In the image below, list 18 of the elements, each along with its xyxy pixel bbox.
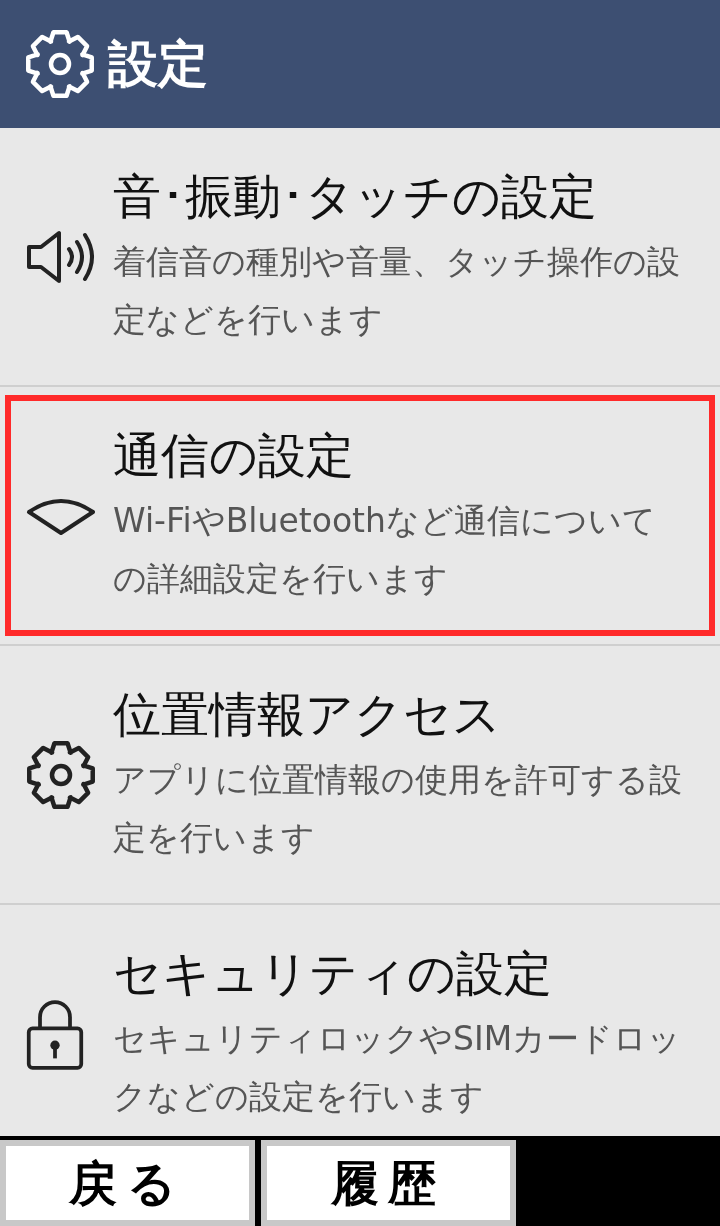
gear-icon	[25, 738, 97, 811]
item-description: Wi-FiやBluetoothなど通信についての詳細設定を行います	[113, 499, 657, 600]
header-title: 設定	[108, 39, 208, 89]
item-description: アプリに位置情報の使用を許可する設定を行います	[113, 758, 683, 859]
item-title: 位置情報アクセス	[113, 684, 502, 744]
item-title: 音･振動･タッチの設定	[113, 166, 598, 226]
settings-item[interactable]: 位置情報アクセス アプリに位置情報の使用を許可する設定を行います	[5, 654, 715, 895]
settings-item[interactable]: セキュリティの設定 セキュリティロックやSIMカードロックなどの設定を行います	[5, 913, 715, 1136]
gear-icon	[24, 28, 96, 100]
item-title: セキュリティの設定	[113, 943, 553, 1003]
nav-button[interactable]: 戻る	[0, 1140, 255, 1226]
item-description: セキュリティロックやSIMカードロックなどの設定を行います	[113, 1017, 683, 1118]
item-title: 通信の設定	[113, 425, 355, 485]
nav-button[interactable]: 履歴	[261, 1140, 516, 1226]
speaker-icon	[25, 228, 97, 285]
settings-item[interactable]: 通信の設定 Wi-FiやBluetoothなど通信についての詳細設定を行います	[5, 395, 715, 636]
settings-item[interactable]: 音･振動･タッチの設定 着信音の種別や音量、タッチ操作の設定などを行います	[5, 136, 715, 377]
item-description: 着信音の種別や音量、タッチ操作の設定などを行います	[113, 240, 681, 341]
